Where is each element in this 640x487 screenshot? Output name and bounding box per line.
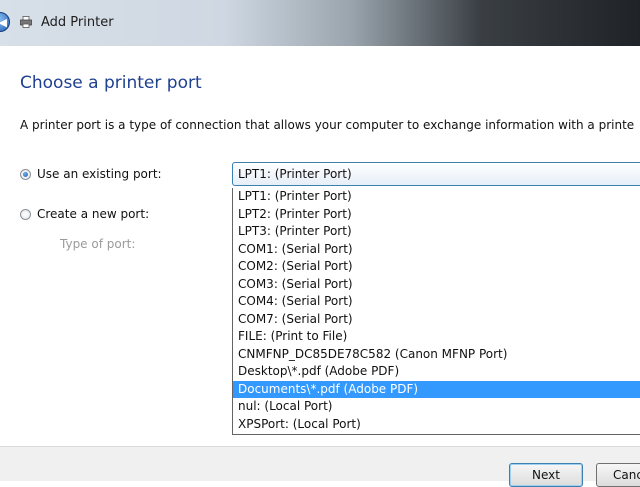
existing-port-label: Use an existing port: <box>37 167 162 181</box>
cancel-button[interactable]: Cancel <box>596 463 640 487</box>
port-option[interactable]: LPT3: (Printer Port) <box>233 223 640 241</box>
existing-port-radio[interactable] <box>20 168 31 180</box>
page-description: A printer port is a type of connection t… <box>20 118 635 132</box>
new-port-radio[interactable] <box>20 208 31 220</box>
port-option[interactable]: COM3: (Serial Port) <box>233 276 640 294</box>
port-option[interactable]: Desktop\*.pdf (Adobe PDF) <box>233 363 640 381</box>
port-select[interactable]: LPT1: (Printer Port) <box>232 162 640 186</box>
back-arrow-icon[interactable]: ◀ <box>0 12 10 32</box>
existing-port-option[interactable]: Use an existing port: <box>20 167 162 181</box>
port-option[interactable]: COM1: (Serial Port) <box>233 241 640 259</box>
port-option[interactable]: COM2: (Serial Port) <box>233 258 640 276</box>
port-dropdown-list: LPT1: (Printer Port) LPT2: (Printer Port)… <box>232 188 640 435</box>
page-title: Choose a printer port <box>20 73 202 93</box>
port-option[interactable]: FILE: (Print to File) <box>233 328 640 346</box>
next-button[interactable]: Next <box>509 463 583 487</box>
port-option[interactable]: Documents\*.pdf (Adobe PDF) <box>233 380 640 398</box>
port-type-label: Type of port: <box>60 237 136 251</box>
printer-icon <box>20 16 32 28</box>
dialog-footer: Next Cancel <box>0 446 640 487</box>
port-option[interactable]: LPT2: (Printer Port) <box>233 206 640 224</box>
new-port-option[interactable]: Create a new port: <box>20 207 149 221</box>
port-option[interactable]: COM7: (Serial Port) <box>233 311 640 329</box>
port-option[interactable]: COM4: (Serial Port) <box>233 293 640 311</box>
dialog-content: Choose a printer port A printer port is … <box>0 46 640 446</box>
port-option[interactable]: XPSPort: (Local Port) <box>233 416 640 434</box>
title-bar: ◀ Add Printer <box>0 0 640 46</box>
port-option[interactable]: CNMFNP_DC85DE78C582 (Canon MFNP Port) <box>233 346 640 364</box>
port-option[interactable]: LPT1: (Printer Port) <box>233 188 640 206</box>
new-port-label: Create a new port: <box>37 207 150 221</box>
window-title: Add Printer <box>41 15 114 30</box>
port-option[interactable]: nul: (Local Port) <box>233 398 640 416</box>
